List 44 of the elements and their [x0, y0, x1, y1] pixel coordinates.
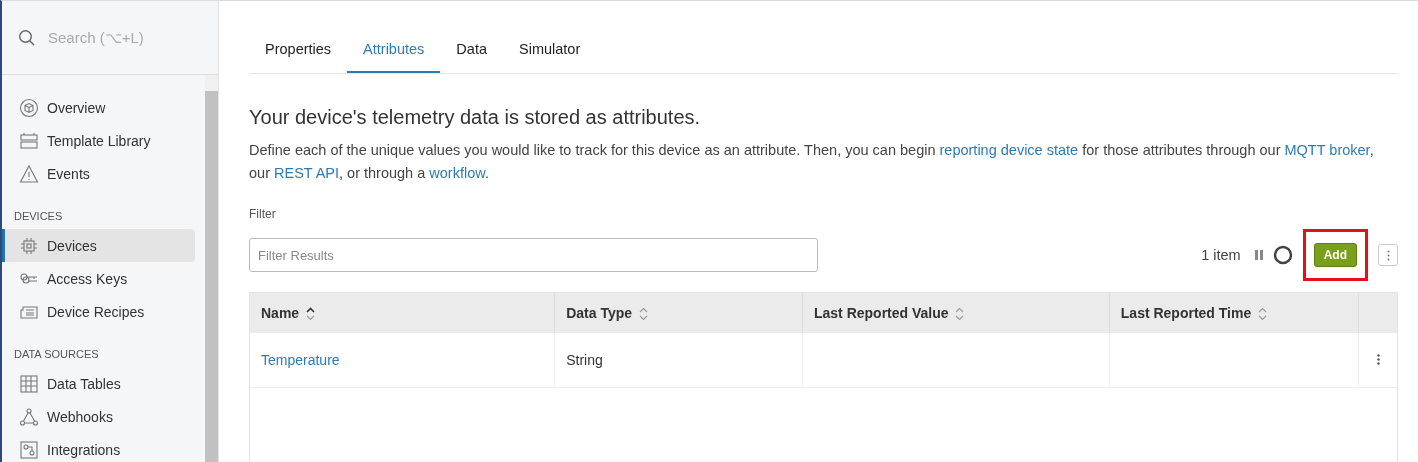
column-header[interactable]: Last Reported Value: [802, 293, 1110, 333]
search-field[interactable]: Search (⌥+L): [46, 28, 200, 47]
link[interactable]: workflow: [429, 165, 485, 181]
nav-item[interactable]: Device Recipes: [2, 295, 195, 328]
nav-item[interactable]: Events: [2, 157, 195, 190]
integration-icon: [19, 439, 39, 460]
tab[interactable]: Attributes: [347, 25, 441, 73]
attribute-name-link[interactable]: Temperature: [261, 352, 340, 368]
chip-icon: [19, 235, 39, 256]
tab[interactable]: Data: [440, 25, 503, 73]
link[interactable]: MQTT broker: [1284, 142, 1370, 158]
link[interactable]: REST API: [274, 165, 339, 181]
pause-icon[interactable]: [1254, 250, 1263, 260]
grid-icon: [19, 373, 39, 394]
column-header[interactable]: Name: [250, 293, 555, 333]
page-heading: Your device's telemetry data is stored as attributes.: [249, 106, 702, 129]
nav-item[interactable]: Overview: [2, 91, 195, 124]
webhook-icon: [19, 406, 39, 427]
nav-item[interactable]: Webhooks: [2, 400, 195, 433]
nav-item[interactable]: Access Keys: [2, 262, 195, 295]
tab[interactable]: Simulator: [503, 25, 597, 73]
filter-label: Filter: [249, 207, 277, 221]
more-icon[interactable]: [1376, 354, 1380, 365]
more-icon: [1386, 249, 1390, 261]
item-count: 1 item: [1201, 247, 1241, 263]
warning-icon: [19, 163, 39, 184]
column-header[interactable]: Last Reported Time: [1109, 293, 1359, 333]
table-cell: String: [566, 352, 603, 368]
column-header[interactable]: Data Type: [554, 293, 803, 333]
nav-item[interactable]: Data Tables: [2, 367, 195, 400]
tab[interactable]: Properties: [249, 25, 348, 73]
scrollbar[interactable]: [205, 75, 218, 462]
filter-field[interactable]: Filter Results: [249, 238, 818, 272]
loading-icon: [1272, 245, 1293, 265]
nav-item[interactable]: Template Library: [2, 124, 195, 157]
description: Define each of the unique values you would like to track for this device as an attribute. Then, you can begin reporting device state for those attributes through our MQTT broker, our REST API, or through a workflow.: [249, 141, 1375, 183]
nav-item[interactable]: Devices: [2, 229, 195, 262]
nav-item[interactable]: Integrations: [2, 433, 195, 462]
template-icon: [19, 130, 39, 151]
section-heading: DEVICES: [13, 209, 64, 224]
link[interactable]: reporting device state: [939, 142, 1079, 158]
section-heading: DATA SOURCES: [13, 347, 100, 362]
search-icon: [18, 28, 36, 47]
box-icon: [19, 97, 39, 118]
